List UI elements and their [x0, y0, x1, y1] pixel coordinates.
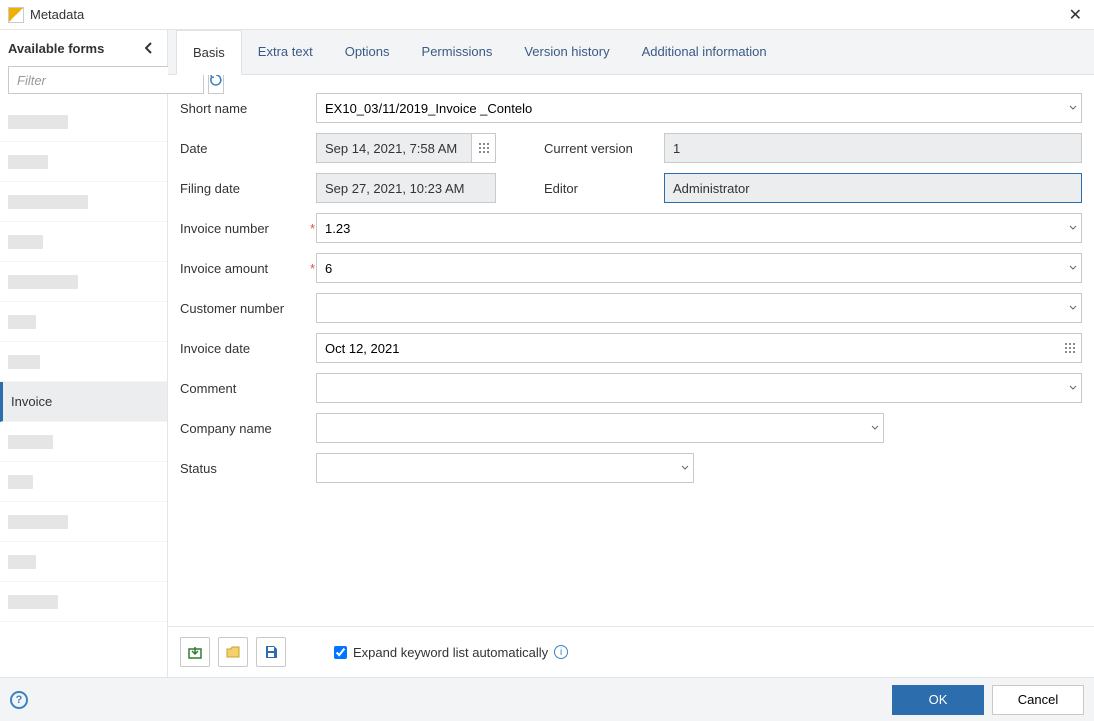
- placeholder-bar: [8, 515, 68, 529]
- status-dropdown-icon[interactable]: [677, 453, 694, 483]
- date-field[interactable]: [316, 133, 472, 163]
- load-icon[interactable]: [180, 637, 210, 667]
- comment-dropdown-icon[interactable]: [1064, 373, 1082, 403]
- label-invoice-amount: Invoice amount: [180, 261, 310, 276]
- invoice-number-dropdown-icon[interactable]: [1064, 213, 1082, 243]
- label-short-name: Short name: [180, 101, 310, 116]
- label-filing-date: Filing date: [180, 181, 310, 196]
- close-icon[interactable]: ✕: [1065, 5, 1086, 25]
- invoice-number-field[interactable]: [316, 213, 1064, 243]
- placeholder-bar: [8, 475, 33, 489]
- current-version-field: [664, 133, 1082, 163]
- sidebar-item-placeholder[interactable]: [0, 502, 167, 542]
- invoice-date-field[interactable]: [316, 333, 1059, 363]
- placeholder-bar: [8, 195, 88, 209]
- save-icon[interactable]: [256, 637, 286, 667]
- invoice-date-picker-icon[interactable]: [1059, 333, 1082, 363]
- label-invoice-date: Invoice date: [180, 341, 310, 356]
- app-icon: [8, 7, 24, 23]
- sidebar-item-label: Invoice: [11, 394, 52, 409]
- placeholder-bar: [8, 315, 36, 329]
- sidebar-item-placeholder[interactable]: [0, 342, 167, 382]
- titlebar: Metadata ✕: [0, 0, 1094, 30]
- date-picker-icon[interactable]: [472, 133, 496, 163]
- tab-version-history[interactable]: Version history: [508, 30, 625, 74]
- help-icon[interactable]: ?: [10, 691, 28, 709]
- tab-permissions[interactable]: Permissions: [406, 30, 509, 74]
- collapse-sidebar-icon[interactable]: [139, 40, 159, 56]
- editor-field[interactable]: [664, 173, 1082, 203]
- sidebar-item-invoice[interactable]: Invoice: [0, 382, 167, 422]
- sidebar-item-placeholder[interactable]: [0, 582, 167, 622]
- comment-field[interactable]: [316, 373, 1064, 403]
- label-editor: Editor: [544, 181, 664, 196]
- cancel-button[interactable]: Cancel: [992, 685, 1084, 715]
- tab-options[interactable]: Options: [329, 30, 406, 74]
- placeholder-bar: [8, 555, 36, 569]
- customer-number-field[interactable]: [316, 293, 1064, 323]
- window-title: Metadata: [30, 7, 1065, 22]
- sidebar-title: Available forms: [8, 41, 104, 56]
- sidebar-item-placeholder[interactable]: [0, 462, 167, 502]
- label-company-name: Company name: [180, 421, 310, 436]
- placeholder-bar: [8, 235, 43, 249]
- company-name-dropdown-icon[interactable]: [867, 413, 884, 443]
- sidebar-item-placeholder[interactable]: [0, 422, 167, 462]
- ok-button[interactable]: OK: [892, 685, 984, 715]
- filing-date-field: [316, 173, 496, 203]
- label-invoice-number: Invoice number: [180, 221, 310, 236]
- tab-extra-text[interactable]: Extra text: [242, 30, 329, 74]
- placeholder-bar: [8, 155, 48, 169]
- sidebar-item-placeholder[interactable]: [0, 102, 167, 142]
- label-comment: Comment: [180, 381, 310, 396]
- content-footer: Expand keyword list automatically i: [168, 626, 1094, 677]
- sidebar-item-placeholder[interactable]: [0, 262, 167, 302]
- form-area: Short name Date: [168, 75, 1094, 626]
- label-status: Status: [180, 461, 310, 476]
- forms-list: Invoice: [0, 102, 167, 677]
- tabs: BasisExtra textOptionsPermissionsVersion…: [168, 30, 1094, 75]
- sidebar: Available forms Invoice: [0, 30, 168, 677]
- placeholder-bar: [8, 355, 40, 369]
- company-name-field[interactable]: [316, 413, 867, 443]
- short-name-dropdown-icon[interactable]: [1064, 93, 1082, 123]
- placeholder-bar: [8, 275, 78, 289]
- sidebar-item-placeholder[interactable]: [0, 182, 167, 222]
- sidebar-item-placeholder[interactable]: [0, 542, 167, 582]
- invoice-amount-dropdown-icon[interactable]: [1064, 253, 1082, 283]
- folder-icon[interactable]: [218, 637, 248, 667]
- expand-keyword-checkbox[interactable]: [334, 646, 347, 659]
- sidebar-item-placeholder[interactable]: [0, 222, 167, 262]
- info-icon[interactable]: i: [554, 645, 568, 659]
- customer-number-dropdown-icon[interactable]: [1064, 293, 1082, 323]
- placeholder-bar: [8, 435, 53, 449]
- label-customer-number: Customer number: [180, 301, 310, 316]
- tab-additional-information[interactable]: Additional information: [626, 30, 783, 74]
- expand-keyword-label[interactable]: Expand keyword list automatically: [353, 645, 548, 660]
- sidebar-item-placeholder[interactable]: [0, 302, 167, 342]
- placeholder-bar: [8, 595, 58, 609]
- label-date: Date: [180, 141, 310, 156]
- placeholder-bar: [8, 115, 68, 129]
- short-name-field[interactable]: [316, 93, 1064, 123]
- sidebar-item-placeholder[interactable]: [0, 142, 167, 182]
- status-field[interactable]: [316, 453, 677, 483]
- invoice-amount-field[interactable]: [316, 253, 1064, 283]
- dialog-footer: ? OK Cancel: [0, 677, 1094, 721]
- tab-basis[interactable]: Basis: [176, 30, 242, 75]
- label-current-version: Current version: [544, 141, 664, 156]
